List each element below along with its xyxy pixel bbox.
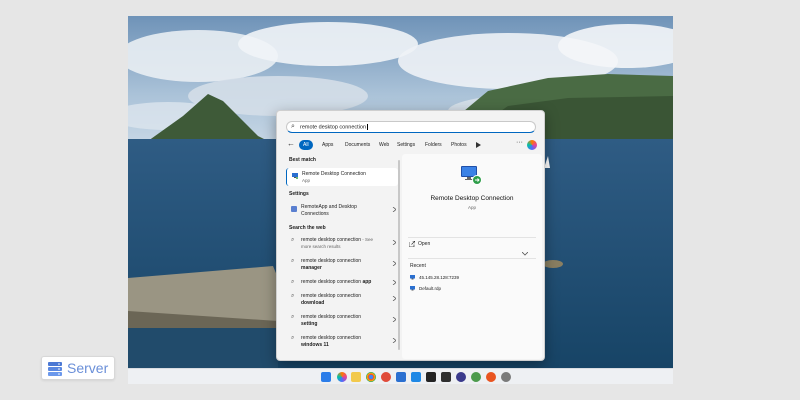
filter-folders[interactable]: Folders [421, 140, 446, 150]
chevron-right-icon [392, 261, 396, 266]
web-result-bold: download [301, 299, 325, 306]
web-search-icon: ⌕ [291, 335, 295, 341]
chevron-right-icon [392, 338, 396, 343]
recent-item-label: 45.145.28.128:7239 [419, 275, 460, 280]
recent-item[interactable]: Default.rdp [410, 286, 530, 292]
search-icon: ⌕ [291, 123, 295, 130]
desktop: ⌕ remote desktop connection ← All Apps D… [128, 16, 673, 384]
app-icon[interactable] [486, 372, 496, 382]
chevron-right-icon [392, 317, 396, 322]
open-label: Open [418, 241, 431, 247]
web-result-sub: more search results [301, 243, 341, 249]
remote-desktop-taskbar-icon[interactable] [396, 372, 406, 382]
app-icon[interactable] [471, 372, 481, 382]
rdp-file-icon [410, 286, 415, 291]
recent-heading: Recent [410, 263, 426, 269]
filter-apps[interactable]: Apps [318, 140, 337, 150]
filter-photos[interactable]: Photos [447, 140, 471, 150]
remote-desktop-icon [292, 173, 298, 179]
divider [408, 237, 536, 238]
recent-item-label: Default.rdp [419, 286, 442, 291]
results-list: Best match Remote Desktop Connection App… [282, 154, 400, 360]
play-more-icon[interactable] [475, 142, 481, 148]
search-input[interactable]: ⌕ remote desktop connection [286, 121, 536, 133]
best-match-kind: App [302, 177, 311, 183]
filter-bar: ← All Apps Documents Web Settings Folder… [285, 138, 539, 152]
filter-settings[interactable]: Settings [393, 140, 419, 150]
web-result-windows-11[interactable]: ⌕ remote desktop connection windows 11 [286, 334, 398, 350]
settings-item-remoteapp[interactable]: RemoteApp and Desktop Connections [286, 203, 398, 219]
control-panel-icon [291, 206, 297, 212]
copilot-icon[interactable] [527, 140, 537, 150]
chevron-right-icon [392, 240, 396, 245]
web-result-bold: windows 11 [301, 341, 329, 348]
chevron-right-icon [392, 296, 396, 301]
server-logo-icon [48, 362, 62, 376]
web-result-manager[interactable]: ⌕ remote desktop connection manager [286, 257, 398, 273]
results-scrollbar[interactable] [398, 160, 400, 350]
detail-app-name: Remote Desktop Connection [430, 195, 514, 202]
text-caret [367, 124, 368, 130]
web-result-app[interactable]: ⌕ remote desktop connection app [286, 278, 398, 288]
chevron-right-icon [392, 280, 396, 285]
detail-pane: Remote Desktop Connection App Open Recen… [402, 154, 542, 359]
web-result-bold: setting [301, 320, 318, 327]
divider [408, 258, 536, 259]
chevron-right-icon [392, 207, 396, 212]
open-external-icon [409, 241, 415, 247]
remote-desktop-large-icon [461, 166, 482, 185]
web-result-bold: manager [301, 264, 322, 271]
web-result-download[interactable]: ⌕ remote desktop connection download [286, 292, 398, 308]
web-search-icon: ⌕ [291, 237, 295, 243]
web-search-icon: ⌕ [291, 293, 295, 299]
web-result-text: remote desktop connection [301, 237, 362, 243]
search-menu: ⌕ remote desktop connection ← All Apps D… [276, 110, 545, 361]
brand-badge: Server [41, 356, 115, 380]
filter-documents[interactable]: Documents [341, 140, 374, 150]
back-arrow-icon[interactable]: ← [287, 139, 295, 148]
chevron-down-icon[interactable] [522, 252, 528, 256]
best-match-heading: Best match [289, 157, 316, 163]
web-search-icon: ⌕ [291, 314, 295, 320]
rdp-file-icon [410, 275, 415, 280]
app-icon[interactable] [381, 372, 391, 382]
web-result-setting[interactable]: ⌕ remote desktop connection setting [286, 313, 398, 329]
web-search-icon: ⌕ [291, 279, 295, 285]
open-action[interactable]: Open [409, 240, 529, 250]
settings-heading: Settings [289, 191, 309, 197]
recent-item[interactable]: 45.145.28.128:7239 [410, 275, 530, 281]
terminal-icon[interactable] [426, 372, 436, 382]
search-web-heading: Search the web [289, 225, 326, 231]
settings-gear-icon[interactable] [501, 372, 511, 382]
detail-app-kind: App [467, 205, 476, 210]
vscode-icon[interactable] [411, 372, 421, 382]
taskbar [128, 368, 673, 384]
filter-all[interactable]: All [299, 140, 313, 150]
settings-item-line2: Connections [301, 210, 329, 217]
app-icon[interactable] [441, 372, 451, 382]
filter-web[interactable]: Web [375, 140, 393, 150]
file-explorer-icon[interactable] [351, 372, 361, 382]
web-result-suffix: - See [361, 237, 374, 242]
brand-name: Server [67, 360, 109, 376]
web-result-bold: app [362, 279, 372, 285]
app-icon[interactable] [456, 372, 466, 382]
ellipsis-icon[interactable]: ··· [516, 139, 523, 146]
best-match-item[interactable]: Remote Desktop Connection App [286, 168, 398, 186]
search-input-value: remote desktop connection [300, 124, 367, 131]
windows-start-icon[interactable] [321, 372, 331, 382]
web-result-see-more[interactable]: ⌕ remote desktop connection - See more s… [286, 236, 398, 252]
copilot-taskbar-icon[interactable] [337, 372, 347, 382]
web-result-text: remote desktop connection [301, 279, 363, 285]
chrome-icon[interactable] [366, 372, 376, 382]
web-search-icon: ⌕ [291, 258, 295, 264]
